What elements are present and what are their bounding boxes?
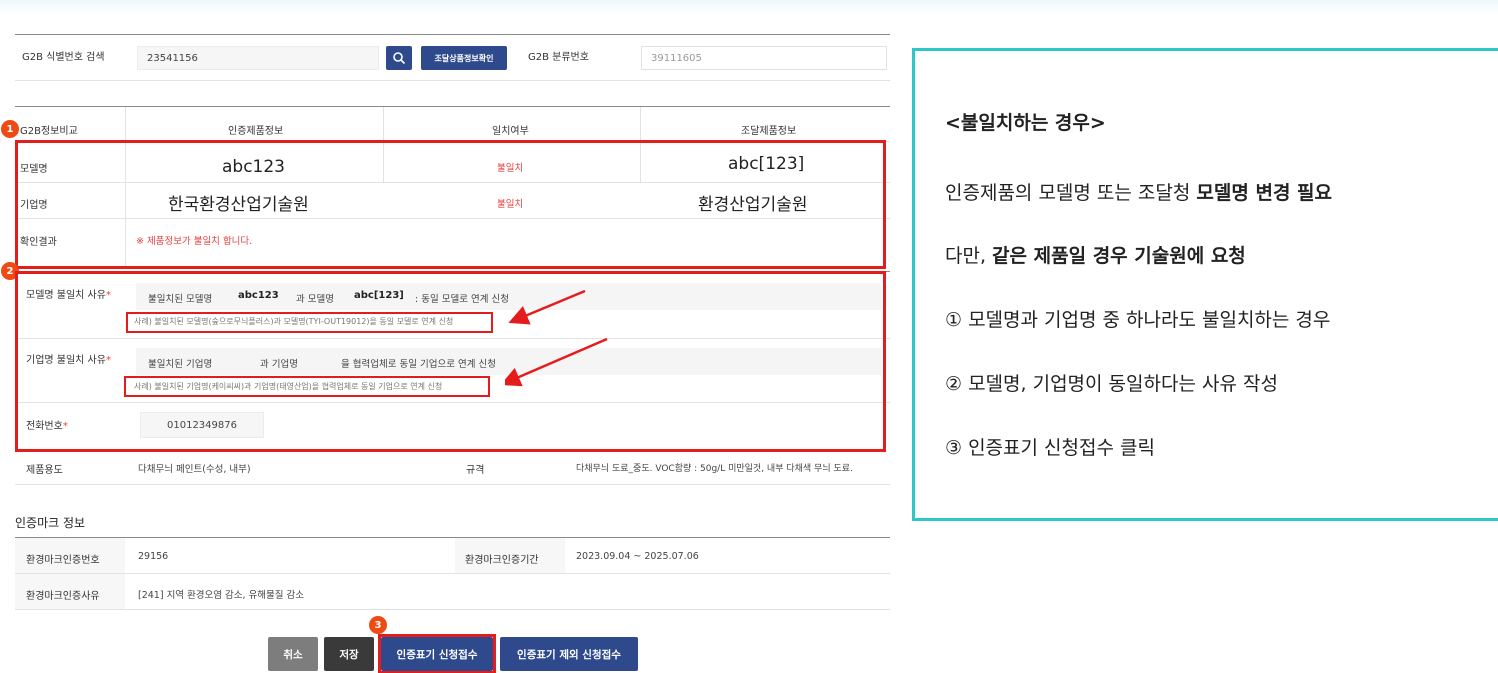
callout-line-2: 다만, 같은 제품일 경우 기술원에 요청	[945, 245, 1246, 267]
mark-period-label: 환경마크인증기간	[465, 555, 539, 566]
mark-row-border	[15, 573, 890, 574]
callout-step-3: ③ 인증표기 신청접수 클릭	[945, 437, 1155, 459]
highlight-box-compare	[15, 140, 886, 269]
usage-bottom-border	[15, 484, 890, 485]
compare-header-0: G2B정보비교	[20, 126, 78, 137]
save-button[interactable]: 저장	[324, 637, 374, 671]
cancel-button[interactable]: 취소	[268, 637, 318, 671]
callout-step-2: ② 모델명, 기업명이 동일하다는 사유 작성	[945, 373, 1278, 395]
mark-section-title: 인증마크 정보	[15, 516, 86, 530]
compare-top-border	[15, 106, 890, 107]
spec-value: 다채무늬 도료_중도. VOC함량 : 50g/L 미만일것, 내부 다채색 무…	[576, 464, 853, 474]
callout-step-1: ① 모델명과 기업명 중 하나라도 불일치하는 경우	[945, 309, 1331, 331]
highlight-box-reasons	[15, 271, 886, 452]
search-label: G2B 식별번호 검색	[22, 52, 105, 63]
mark-bottom-border	[15, 609, 890, 610]
compare-header-1: 인증제품정보	[228, 126, 284, 137]
top-band	[0, 0, 1498, 14]
callout-title: <불일치하는 경우>	[945, 112, 1106, 134]
search-icon	[393, 52, 406, 65]
guide-callout: <불일치하는 경우> 인증제품의 모델명 또는 조달청 모델명 변경 필요 다만…	[912, 48, 1498, 521]
usage-label: 제품용도	[26, 465, 63, 476]
mark-number-label: 환경마크인증번호	[26, 555, 100, 566]
compare-header-2: 일치여부	[492, 126, 529, 137]
mark-period-value: 2023.09.04 ~ 2025.07.06	[576, 551, 699, 562]
search-top-border	[15, 34, 890, 35]
spec-label: 규격	[466, 465, 485, 476]
arrow-icon	[505, 289, 608, 387]
exclude-mark-button[interactable]: 인증표기 제외 신청접수	[500, 637, 638, 671]
mark-top-border	[15, 537, 890, 538]
classification-input[interactable]: 39111605	[641, 46, 887, 70]
search-button[interactable]	[386, 46, 412, 70]
search-bottom-border	[15, 80, 890, 81]
confirm-product-button[interactable]: 조달상품정보확인	[421, 46, 507, 70]
highlight-box-apply	[378, 634, 496, 673]
g2b-id-input[interactable]: 23541156	[137, 46, 379, 70]
compare-header-3: 조달제품정보	[741, 126, 797, 137]
classification-label: G2B 분류번호	[528, 52, 589, 63]
mark-number-value: 29156	[138, 551, 169, 562]
usage-value: 다채무늬 페인트(수성, 내부)	[138, 464, 251, 475]
mark-reason-label: 환경마크인증사유	[26, 591, 100, 602]
mark-reason-value: [241] 지역 환경오염 감소, 유해물질 감소	[138, 590, 305, 601]
callout-line-1: 인증제품의 모델명 또는 조달청 모델명 변경 필요	[945, 182, 1332, 204]
step-badge-3: 3	[369, 616, 387, 634]
step-badge-1: 1	[1, 120, 19, 138]
